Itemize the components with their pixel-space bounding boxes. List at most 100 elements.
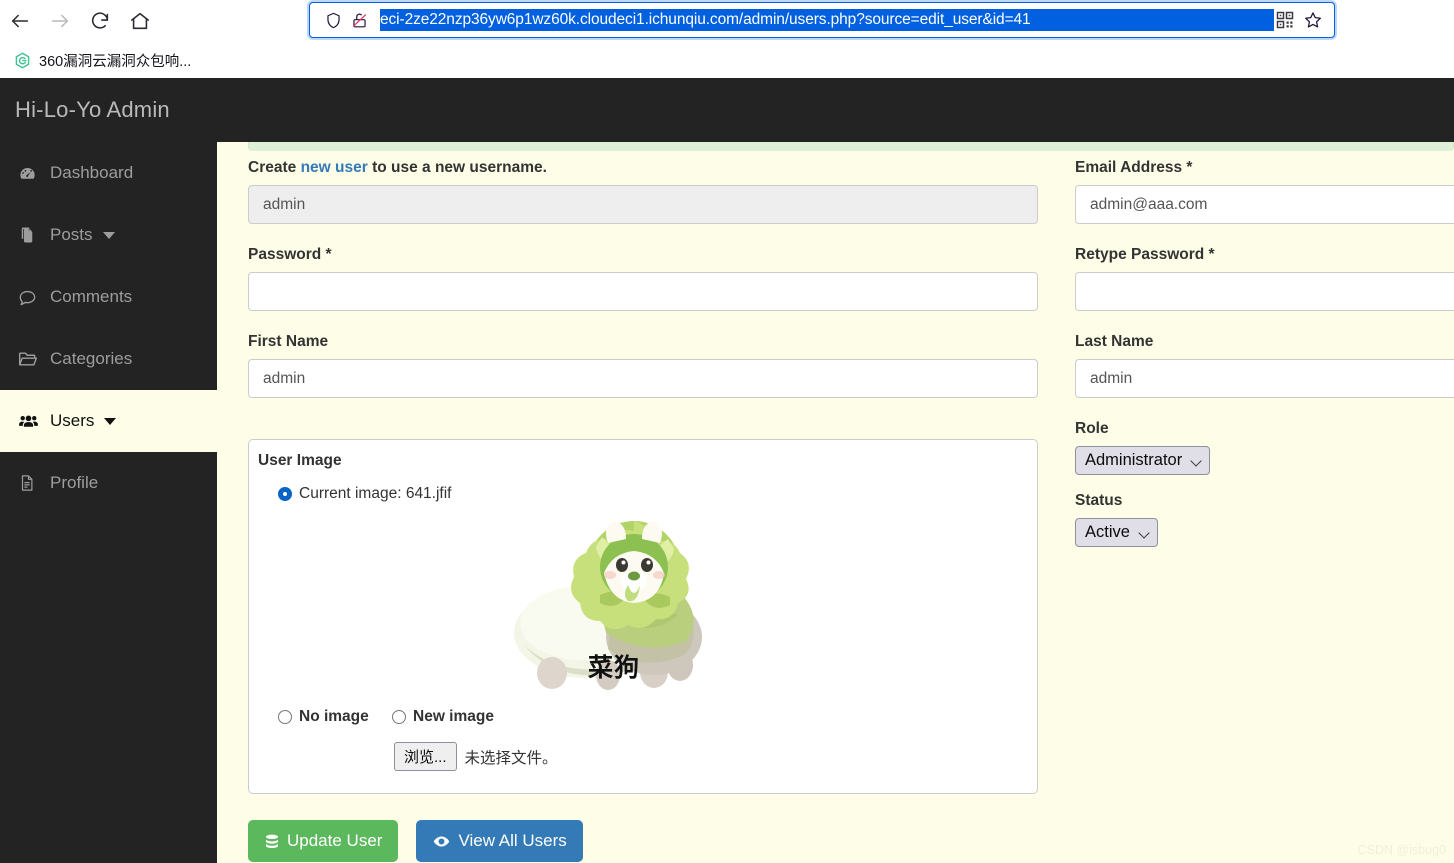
status-label: Status xyxy=(1075,492,1123,509)
update-user-button[interactable]: Update User xyxy=(248,820,399,862)
retype-password-field-group: Retype Password * xyxy=(1075,245,1454,311)
username-note-prefix: Create xyxy=(248,159,301,176)
sidebar-item-profile[interactable]: Profile xyxy=(0,452,217,514)
email-field-group: Email Address * admin@aaa.com xyxy=(1075,158,1454,224)
tachometer-icon xyxy=(18,163,42,183)
back-button[interactable] xyxy=(0,1,40,41)
file-selection-status: 未选择文件。 xyxy=(464,749,558,767)
username-input[interactable]: admin xyxy=(248,185,1038,224)
star-icon[interactable] xyxy=(1302,9,1324,31)
admin-topbar: Hi-Lo-Yo Admin xyxy=(0,78,1454,142)
database-icon xyxy=(264,833,280,850)
folder-open-icon xyxy=(18,349,42,369)
first-name-field-group: First Name admin xyxy=(248,332,1038,398)
new-image-label: New image xyxy=(413,708,494,725)
retype-password-label: Retype Password * xyxy=(1075,246,1215,263)
radio-button-new-image[interactable] xyxy=(392,710,406,724)
radio-button-no-image[interactable] xyxy=(278,710,292,724)
radio-button-current-image[interactable] xyxy=(278,487,292,501)
password-input[interactable] xyxy=(248,272,1038,311)
reload-button[interactable] xyxy=(80,1,120,41)
sidebar-item-label: Profile xyxy=(50,473,99,492)
home-icon xyxy=(130,12,150,30)
new-user-link[interactable]: new user xyxy=(301,159,368,176)
browse-file-button[interactable]: 浏览... xyxy=(394,742,457,771)
sidebar-item-categories[interactable]: Categories xyxy=(0,328,217,390)
chevron-down-icon xyxy=(1140,527,1151,538)
url-bar[interactable]: eci-2ze22nzp36yw6p1wz60k.cloudeci1.ichun… xyxy=(309,2,1335,38)
form-column-right: Email Address * admin@aaa.com Retype Pas… xyxy=(1075,158,1454,563)
360-logo-icon xyxy=(14,51,31,69)
user-image-title: User Image xyxy=(258,452,342,469)
sidebar-item-posts[interactable]: Posts xyxy=(0,204,217,266)
email-input[interactable]: admin@aaa.com xyxy=(1075,185,1454,224)
role-select[interactable]: Administrator xyxy=(1075,446,1211,475)
last-name-label: Last Name xyxy=(1075,333,1154,350)
role-label: Role xyxy=(1075,420,1109,437)
success-alert-banner xyxy=(248,142,1454,151)
users-icon xyxy=(18,411,42,431)
file-icon xyxy=(18,473,42,493)
user-image-panel: User Image Current image: 641.jfif 菜狗 No… xyxy=(248,439,1038,794)
status-field-group: Status Active xyxy=(1075,491,1454,547)
password-label: Password * xyxy=(248,246,332,263)
sidebar-item-label: Dashboard xyxy=(50,163,134,182)
forward-button[interactable] xyxy=(40,1,80,41)
status-select[interactable]: Active xyxy=(1075,518,1158,547)
qr-code-icon[interactable] xyxy=(1274,9,1296,31)
sidebar-item-users[interactable]: Users xyxy=(0,390,217,452)
eye-icon xyxy=(432,833,451,850)
chevron-down-icon xyxy=(1192,455,1203,466)
sidebar-item-label: Comments xyxy=(50,287,133,306)
url-bar-left-icons xyxy=(316,9,370,31)
last-name-input[interactable]: admin xyxy=(1075,359,1454,398)
forward-arrow-icon xyxy=(51,14,69,28)
sidebar-item-dashboard[interactable]: Dashboard xyxy=(0,142,217,204)
shield-icon[interactable] xyxy=(322,9,344,31)
chevron-down-icon xyxy=(102,231,115,239)
broken-lock-icon[interactable] xyxy=(348,9,370,31)
bookmark-item[interactable]: 360漏洞云漏洞众包响... xyxy=(8,47,197,74)
role-selected-value: Administrator xyxy=(1085,451,1183,469)
password-field-group: Password * xyxy=(248,245,1038,311)
brand-title[interactable]: Hi-Lo-Yo Admin xyxy=(15,97,170,123)
url-text[interactable]: eci-2ze22nzp36yw6p1wz60k.cloudeci1.ichun… xyxy=(380,9,1274,31)
back-arrow-icon xyxy=(11,14,29,28)
bookmarks-bar: 360漏洞云漏洞众包响... xyxy=(0,42,1454,78)
username-note-suffix: to use a new username. xyxy=(367,159,547,176)
sidebar-item-label: Categories xyxy=(50,349,133,368)
home-button[interactable] xyxy=(120,1,160,41)
status-selected-value: Active xyxy=(1085,523,1130,541)
email-label: Email Address * xyxy=(1075,159,1193,176)
sidebar-item-label: Posts xyxy=(50,225,93,244)
first-name-label: First Name xyxy=(248,333,329,350)
no-image-label: No image xyxy=(299,708,369,725)
user-image-caption: 菜狗 xyxy=(587,653,640,682)
web-page: Hi-Lo-Yo Admin Dashboard Posts Comments … xyxy=(0,78,1454,863)
url-bar-right-icons xyxy=(1274,9,1328,31)
sidebar-item-label: Users xyxy=(50,411,95,430)
form-column-left: Create new user to use a new username. a… xyxy=(248,158,1038,419)
update-user-label: Update User xyxy=(287,831,383,850)
user-image-preview: 菜狗 xyxy=(504,515,724,700)
current-image-label: Current image: 641.jfif xyxy=(299,485,452,502)
no-image-radio-row[interactable]: No image xyxy=(278,708,369,726)
copy-icon xyxy=(18,225,42,245)
retype-password-input[interactable] xyxy=(1075,272,1454,311)
watermark: CSDN @isbug0 xyxy=(1357,843,1446,857)
browser-chrome: eci-2ze22nzp36yw6p1wz60k.cloudeci1.ichun… xyxy=(0,0,1454,78)
username-field-group: Create new user to use a new username. a… xyxy=(248,158,1038,224)
username-note: Create new user to use a new username. xyxy=(248,158,1038,178)
main-content: Create new user to use a new username. a… xyxy=(217,142,1454,863)
new-image-radio-row[interactable]: New image xyxy=(392,708,494,726)
view-all-users-button[interactable]: View All Users xyxy=(416,820,583,862)
bookmark-label: 360漏洞云漏洞众包响... xyxy=(39,53,192,70)
sidebar-item-comments[interactable]: Comments xyxy=(0,266,217,328)
role-field-group: Role Administrator xyxy=(1075,419,1454,475)
chevron-down-icon xyxy=(104,417,117,425)
first-name-input[interactable]: admin xyxy=(248,359,1038,398)
comment-icon xyxy=(18,287,42,307)
current-image-radio-row[interactable]: Current image: 641.jfif xyxy=(278,485,452,503)
reload-icon xyxy=(91,12,109,29)
file-upload-row: 浏览... 未选择文件。 xyxy=(394,742,558,771)
